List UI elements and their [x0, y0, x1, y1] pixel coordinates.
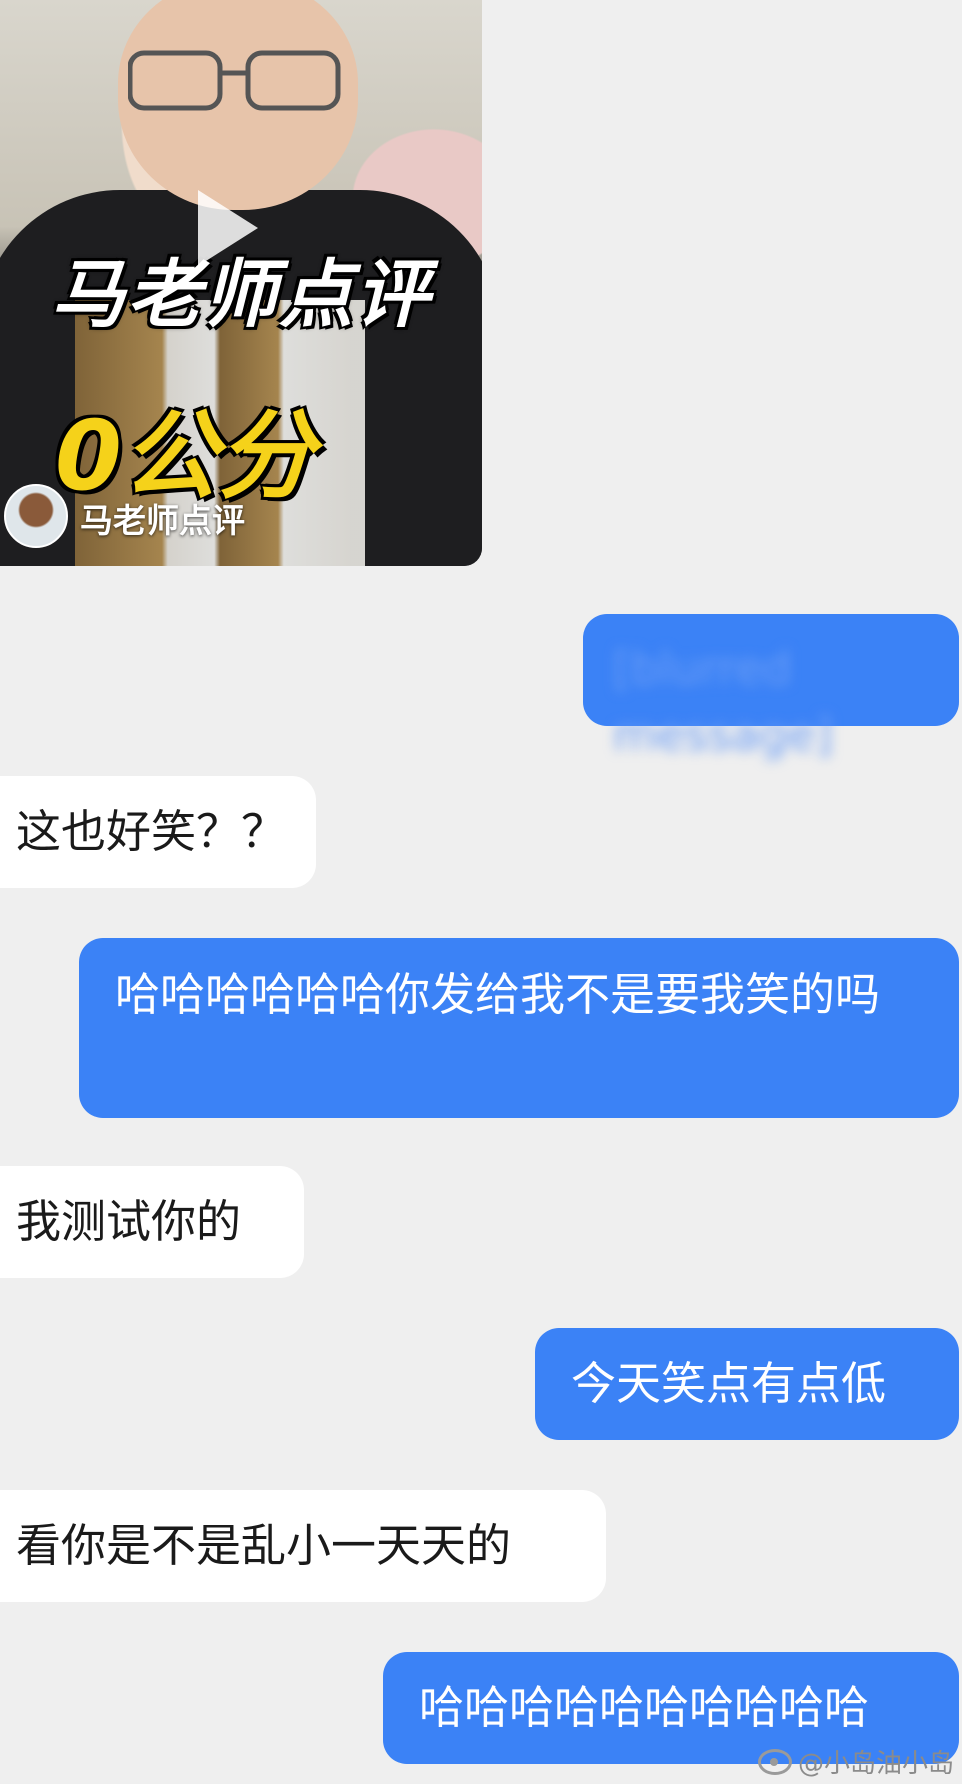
message-bubble-incoming[interactable]: 我测试你的 [0, 1166, 304, 1278]
play-icon[interactable] [198, 190, 258, 266]
message-bubble-incoming[interactable]: 看你是不是乱小一天天的 [0, 1490, 606, 1602]
message-text: 我测试你的 [16, 1195, 242, 1248]
message-bubble-incoming[interactable]: 这也好笑？？ [0, 776, 316, 888]
message-text: 今天笑点有点低 [571, 1357, 887, 1410]
message-text: 哈哈哈哈哈哈你发给我不是要我笑的吗 [115, 968, 881, 1021]
video-channel-name: 马老师点评 [80, 501, 245, 540]
watermark-text: @小岛油小岛 [797, 1749, 954, 1779]
message-bubble-outgoing[interactable]: 今天笑点有点低 [535, 1328, 959, 1440]
glasses-graphic [128, 50, 341, 111]
blurred-message-text: [blurred message] [613, 642, 833, 761]
message-text: 看你是不是乱小一天天的 [16, 1519, 512, 1572]
channel-avatar [4, 484, 68, 548]
message-bubble-outgoing[interactable]: 哈哈哈哈哈哈你发给我不是要我笑的吗 [79, 938, 959, 1118]
weibo-watermark: @小岛油小岛 [757, 1743, 954, 1780]
weibo-icon [757, 1748, 792, 1775]
message-text: 这也好笑？？ [16, 805, 287, 858]
message-text: 哈哈哈哈哈哈哈哈哈哈 [419, 1681, 870, 1734]
message-bubble-outgoing[interactable]: [blurred message] [583, 614, 959, 761]
video-message-card[interactable]: 马老师点评 0公分 马老师点评 [0, 0, 482, 566]
